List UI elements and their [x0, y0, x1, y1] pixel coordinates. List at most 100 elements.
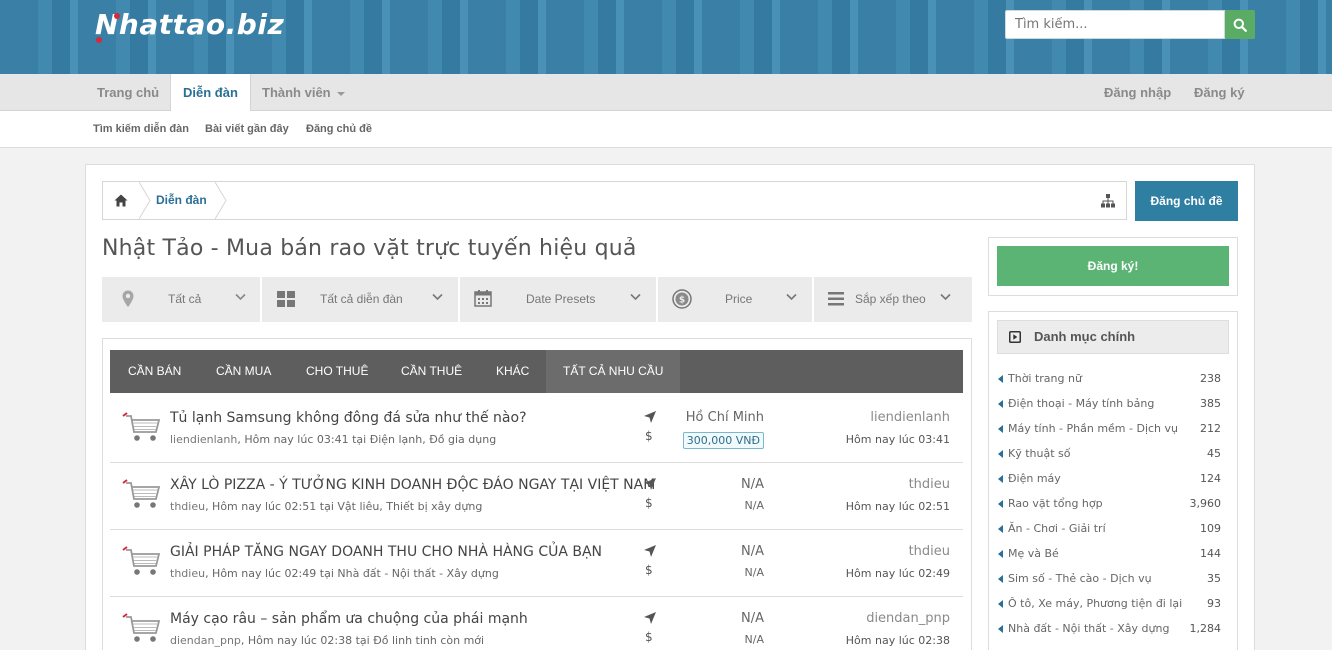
caret-left-icon — [998, 400, 1003, 408]
dollar-icon: $ — [645, 429, 653, 443]
category-item[interactable]: Điện thoại - Máy tính bảng 385 — [997, 393, 1221, 418]
thread-row[interactable]: XÂY LÒ PIZZA - Ý TƯỞNG KINH DOANH ĐỘC ĐÁ… — [110, 463, 963, 530]
breadcrumb-forum[interactable]: Diễn đàn — [156, 182, 207, 219]
subnav-post-thread[interactable]: Đăng chủ đề — [306, 111, 372, 148]
site-logo[interactable]: Nhattao.biz — [95, 4, 284, 44]
thread-author[interactable]: thdieu — [170, 567, 205, 580]
filter-price[interactable]: $ Price — [658, 277, 814, 322]
filter-forum[interactable]: Tất cả diễn đàn — [262, 277, 460, 322]
filter-sort-label: Sắp xếp theo — [855, 292, 926, 306]
category-count: 212 — [1200, 422, 1221, 435]
tab-can-mua[interactable]: CẦN MUA — [216, 350, 271, 393]
thread-author[interactable]: diendan_pnp — [170, 634, 241, 647]
last-post-user[interactable]: thdieu — [909, 477, 950, 492]
category-item[interactable]: Điện máy 124 — [997, 468, 1221, 493]
breadcrumb-separator — [139, 182, 151, 219]
thread-forum[interactable]: Vật liêu, Thiết bị xây dựng — [337, 500, 482, 513]
category-label: Mẹ và Bé — [1008, 547, 1059, 560]
logo-dot — [96, 37, 102, 43]
search-button[interactable] — [1225, 10, 1255, 39]
list-icon — [828, 292, 844, 306]
nav-register[interactable]: Đăng ký — [1194, 74, 1245, 111]
dollar-icon: $ — [645, 563, 653, 577]
thread-row[interactable]: GIẢI PHÁP TĂNG NGAY DOANH THU CHO NHÀ HÀ… — [110, 530, 963, 597]
last-post-user[interactable]: thdieu — [909, 544, 950, 559]
category-label: Máy tính - Phần mềm - Dịch vụ — [1008, 422, 1179, 435]
filter-sort[interactable]: Sắp xếp theo — [814, 277, 972, 322]
category-count: 3,960 — [1189, 497, 1222, 510]
category-item[interactable]: Mẹ và Bé 144 — [997, 543, 1221, 568]
category-count: 238 — [1200, 372, 1221, 385]
map-marker-icon — [122, 290, 134, 307]
caret-left-icon — [998, 475, 1003, 483]
last-post-user[interactable]: liendienlanh — [870, 410, 950, 425]
calendar-icon — [474, 290, 492, 307]
breadcrumb-home[interactable] — [103, 182, 139, 219]
tab-cho-thue[interactable]: CHO THUÊ — [306, 350, 368, 393]
thread-forum[interactable]: Điện lạnh, Đồ gia dụng — [370, 433, 496, 446]
tab-can-ban[interactable]: CẦN BÁN — [128, 350, 181, 393]
home-icon — [114, 194, 128, 207]
thread-row[interactable]: Tủ lạnh Samsung không đông đá sửa như th… — [110, 396, 963, 463]
thread-location: N/A — [741, 544, 764, 559]
thread-forum[interactable]: Nhà đất - Nội thất - Xây dựng — [337, 567, 498, 580]
category-item[interactable]: Nhà đất - Nội thất - Xây dựng 1,284 — [997, 618, 1221, 643]
filter-forum-label: Tất cả diễn đàn — [320, 292, 403, 306]
sitemap-icon[interactable] — [1100, 193, 1116, 209]
category-item[interactable]: Kỹ thuật số 45 — [997, 443, 1221, 468]
thread-title[interactable]: Tủ lạnh Samsung không đông đá sửa như th… — [170, 410, 527, 426]
filter-location[interactable]: Tất cả — [102, 277, 262, 322]
thread-row[interactable]: Máy cạo râu – sản phẩm ưa chuộng của phá… — [110, 597, 963, 650]
filter-bar: Tất cả Tất cả diễn đàn Date Presets $ Pr… — [102, 277, 972, 322]
last-post-time: Hôm nay lúc 02:38 — [845, 634, 950, 647]
last-post-time: Hôm nay lúc 03:41 — [845, 433, 950, 446]
chevron-down-icon — [786, 293, 797, 301]
nav-login[interactable]: Đăng nhập — [1104, 74, 1171, 111]
caret-left-icon — [998, 375, 1003, 383]
caret-left-icon — [998, 625, 1003, 633]
subnav-search-forum[interactable]: Tìm kiếm diễn đàn — [93, 111, 189, 148]
category-label: Kỹ thuật số — [1008, 447, 1071, 460]
chevron-down-icon — [235, 293, 246, 301]
category-item[interactable]: Thời trang nữ 238 — [997, 368, 1221, 393]
search-input[interactable] — [1005, 10, 1225, 39]
category-count: 45 — [1207, 447, 1221, 460]
sub-nav: Tìm kiếm diễn đàn Bài viết gần đây Đăng … — [0, 111, 1332, 148]
thread-author[interactable]: thdieu — [170, 500, 205, 513]
search-icon — [1233, 18, 1247, 32]
filter-date[interactable]: Date Presets — [460, 277, 658, 322]
chevron-down-icon — [940, 293, 951, 301]
category-item[interactable]: Rao vặt tổng hợp 3,960 — [997, 493, 1221, 518]
location-arrow-icon — [644, 478, 656, 490]
category-item[interactable]: Sim số - Thẻ cào - Dịch vụ 35 — [997, 568, 1221, 593]
tab-tat-ca[interactable]: TẤT CẢ NHU CẦU — [546, 350, 681, 393]
tab-khac[interactable]: KHÁC — [496, 350, 529, 393]
thread-title[interactable]: Máy cạo râu – sản phẩm ưa chuộng của phá… — [170, 611, 528, 627]
category-count: 385 — [1200, 397, 1221, 410]
post-thread-button[interactable]: Đăng chủ đề — [1135, 181, 1238, 221]
thread-title[interactable]: XÂY LÒ PIZZA - Ý TƯỞNG KINH DOANH ĐỘC ĐÁ… — [170, 477, 655, 493]
nav-members[interactable]: Thành viên — [262, 74, 345, 111]
category-label: Thời trang nữ — [1008, 372, 1082, 385]
last-post-user[interactable]: diendan_pnp — [866, 611, 950, 626]
category-item[interactable]: Ô tô, Xe máy, Phương tiện đi lại 93 — [997, 593, 1221, 618]
site-header: Nhattao.biz — [0, 0, 1332, 74]
subnav-recent-posts[interactable]: Bài viết gần đây — [205, 111, 289, 148]
thread-forum[interactable]: Đồ linh tinh còn mới — [373, 634, 484, 647]
category-count: 93 — [1207, 597, 1221, 610]
thread-price: 300,000 VNĐ — [682, 432, 764, 449]
thread-price: N/A — [744, 566, 764, 579]
category-item[interactable]: Ăn - Chơi - Giải trí 109 — [997, 518, 1221, 543]
caret-left-icon — [998, 500, 1003, 508]
category-label: Điện thoại - Máy tính bảng — [1008, 397, 1155, 410]
dollar-icon: $ — [645, 630, 653, 644]
category-item[interactable]: Máy tính - Phần mềm - Dịch vụ 212 — [997, 418, 1221, 443]
thread-title[interactable]: GIẢI PHÁP TĂNG NGAY DOANH THU CHO NHÀ HÀ… — [170, 544, 602, 560]
last-post-time: Hôm nay lúc 02:51 — [845, 500, 950, 513]
thread-author[interactable]: liendienlanh — [170, 433, 237, 446]
thread-location: N/A — [741, 477, 764, 492]
nav-forum[interactable]: Diễn đàn — [170, 74, 251, 112]
nav-home[interactable]: Trang chủ — [97, 74, 159, 111]
tab-can-thue[interactable]: CẦN THUÊ — [401, 350, 462, 393]
register-button[interactable]: Đăng ký! — [997, 246, 1229, 286]
